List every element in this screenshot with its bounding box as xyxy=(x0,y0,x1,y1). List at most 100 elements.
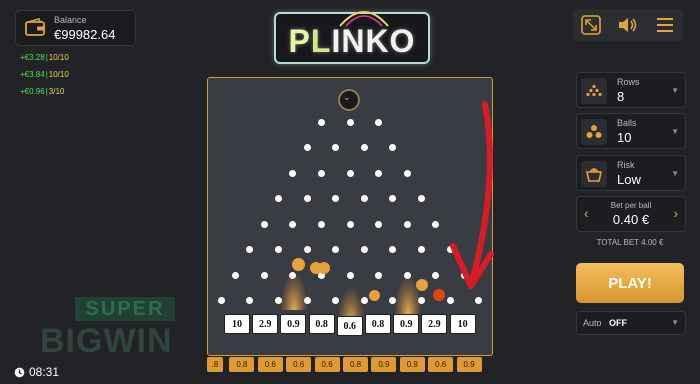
peg xyxy=(332,246,340,253)
risk-label: Risk xyxy=(617,160,635,170)
landing-glow xyxy=(281,274,307,310)
peg xyxy=(303,144,311,151)
chevron-down-icon: ▼ xyxy=(671,86,679,95)
chevron-down-icon: ▼ xyxy=(671,169,679,178)
bet-per-ball-control: ‹ Bet per ball 0.40 € › xyxy=(576,196,686,232)
strip-multiplier: .8 xyxy=(207,357,223,372)
balls-value: 10 xyxy=(617,130,632,145)
plinko-ball xyxy=(318,262,330,274)
peg xyxy=(317,118,325,126)
hamburger-menu-icon xyxy=(657,18,673,32)
chevron-down-icon: ▼ xyxy=(671,127,679,136)
chevron-down-icon: ▼ xyxy=(671,318,679,327)
auto-label: Auto xyxy=(583,318,602,328)
peg xyxy=(232,271,240,279)
bucket-multiplier: 0.8 xyxy=(365,314,391,334)
balls-icon xyxy=(581,119,607,145)
strip-multiplier: 0.6 xyxy=(314,357,340,372)
plinko-board: ⌄ 10 2.9 0.9 0.8 0.6 0.8 0.9 2.9 10 xyxy=(207,77,494,356)
history-amount: +€3.28 xyxy=(20,53,45,62)
strip-multiplier: 0.9 xyxy=(371,357,397,372)
peg xyxy=(246,246,254,253)
peg xyxy=(303,195,311,202)
fullscreen-icon xyxy=(581,15,601,35)
strip-multiplier: 0.9 xyxy=(456,357,482,372)
bucket-multiplier: 0.9 xyxy=(280,314,307,334)
peg xyxy=(418,246,425,253)
balls-label: Balls xyxy=(617,118,637,128)
watermark-super: SUPER xyxy=(75,297,175,321)
peg xyxy=(260,220,268,228)
peg xyxy=(418,195,425,202)
peg xyxy=(289,169,297,177)
logo-letters: PLINKO xyxy=(288,23,416,59)
plinko-ball xyxy=(292,258,305,271)
bucket-multiplier: 2.9 xyxy=(252,314,279,334)
bucket-multiplier: 10 xyxy=(449,314,476,334)
strip-multiplier: 0.6 xyxy=(286,357,312,372)
peg xyxy=(389,195,397,202)
risk-value: Low xyxy=(617,172,641,187)
play-button[interactable]: PLAY! xyxy=(576,263,684,303)
sound-button[interactable] xyxy=(610,9,646,41)
strip-multiplier: 0.8 xyxy=(343,357,368,372)
peg xyxy=(360,246,368,253)
fullscreen-button[interactable] xyxy=(573,9,609,41)
rows-label: Rows xyxy=(617,77,640,87)
rows-pyramid-icon xyxy=(581,78,607,104)
history-ratio: 3/10 xyxy=(48,87,65,96)
strip-multiplier: 0.6 xyxy=(428,357,454,372)
chevron-down-icon: ⌄ xyxy=(343,92,351,102)
total-bet: TOTAL BET 4.00 € xyxy=(596,238,664,247)
peg xyxy=(403,169,411,177)
clock: 08:31 xyxy=(14,365,59,379)
peg xyxy=(275,195,282,202)
peg xyxy=(360,195,368,202)
balance-label: Balance xyxy=(54,15,87,25)
balls-select[interactable]: Balls 10 ▼ xyxy=(576,113,686,149)
peg xyxy=(389,144,397,151)
top-icons-bar xyxy=(573,9,683,41)
peg xyxy=(317,220,325,228)
balance-card: Balance €99982.64 xyxy=(15,10,136,46)
plinko-ball xyxy=(369,290,380,301)
rows-select[interactable]: Rows 8 ▼ xyxy=(576,72,686,108)
peg xyxy=(332,144,340,151)
risk-select[interactable]: Risk Low ▼ xyxy=(576,155,686,191)
game-logo: PLINKO xyxy=(274,11,430,64)
strip-multiplier: 0.9 xyxy=(399,357,425,372)
wallet-icon xyxy=(25,18,45,36)
peg xyxy=(246,297,254,304)
history-amount: +€0.96 xyxy=(20,87,45,96)
auto-play-select[interactable]: Auto OFF ▼ xyxy=(576,311,686,335)
peg xyxy=(275,246,282,253)
arrow-annotation-icon xyxy=(450,101,494,289)
history-ratio: 10/10 xyxy=(48,53,69,62)
peg xyxy=(389,246,397,253)
peg xyxy=(375,169,383,177)
history-row: +€3.28|10/10 xyxy=(20,53,69,62)
watermark-bigwin: BIGWIN xyxy=(40,322,173,360)
balance-value: €99982.64 xyxy=(54,27,116,42)
history-ratio: 10/10 xyxy=(48,70,69,79)
peg xyxy=(475,297,483,304)
rows-value: 8 xyxy=(617,89,625,104)
peg xyxy=(346,271,354,279)
peg xyxy=(403,220,411,228)
bet-label: Bet per ball xyxy=(610,201,652,210)
clock-time: 08:31 xyxy=(29,365,60,379)
clock-icon xyxy=(14,367,25,377)
logo-text: PLINKO xyxy=(276,23,428,60)
bet-increase-button[interactable]: › xyxy=(673,205,678,221)
risk-basket-icon xyxy=(581,161,607,187)
multiplier-history-strip: .8 0.8 0.6 0.6 0.6 0.8 0.9 0.9 0.6 0.9 xyxy=(207,357,491,373)
bet-value: 0.40 € xyxy=(612,212,650,227)
menu-button[interactable] xyxy=(647,9,683,41)
strip-multiplier: 0.6 xyxy=(257,357,283,372)
history-row: +€3.84|10/10 xyxy=(20,70,69,79)
speaker-icon xyxy=(619,18,637,32)
bucket-multiplier: 0.6 xyxy=(336,316,363,336)
auto-value: OFF xyxy=(609,318,627,328)
peg xyxy=(375,220,383,228)
peg xyxy=(260,271,268,279)
